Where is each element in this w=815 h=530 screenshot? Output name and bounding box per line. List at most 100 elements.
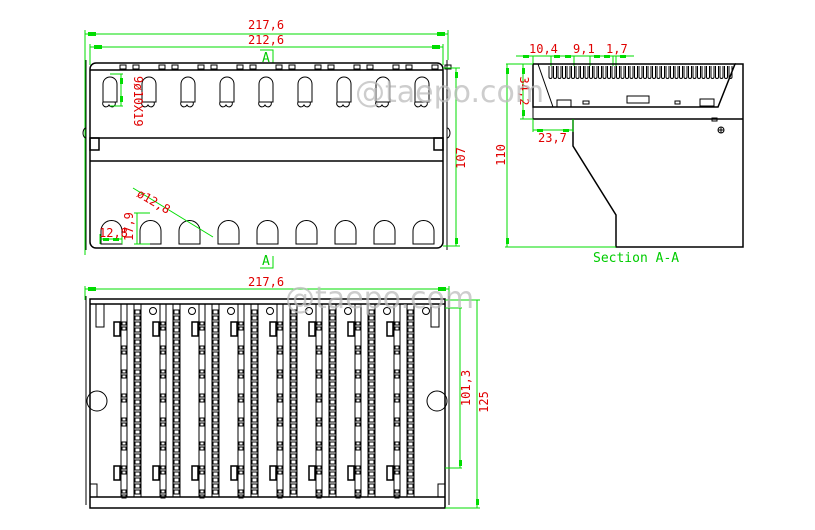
contact — [368, 489, 375, 495]
contact — [173, 399, 180, 405]
fin — [679, 66, 683, 79]
contact — [290, 477, 297, 483]
fin — [706, 66, 710, 79]
dim-height: 107 — [454, 147, 468, 169]
contact — [134, 447, 141, 453]
contact — [251, 327, 258, 333]
contact — [290, 465, 297, 471]
contact — [134, 333, 141, 339]
contact — [277, 441, 283, 446]
contact — [212, 441, 219, 447]
contact — [199, 441, 205, 446]
fin — [647, 66, 652, 79]
bottom-hole — [139, 220, 162, 245]
contact — [355, 326, 361, 331]
contact — [355, 465, 361, 470]
contact — [251, 477, 258, 483]
fin — [593, 66, 598, 79]
contact — [173, 453, 180, 459]
contact — [160, 441, 166, 446]
contact — [368, 315, 375, 321]
dim-hole-height: 17,9 — [122, 212, 136, 241]
contact — [394, 465, 400, 470]
contact — [407, 321, 414, 327]
contact — [355, 422, 361, 427]
contact — [251, 393, 258, 399]
contact — [407, 363, 414, 369]
module-latch — [386, 321, 394, 337]
contact — [134, 327, 141, 333]
slot-notch — [336, 101, 350, 108]
bottom-hole — [373, 220, 396, 245]
contact — [394, 345, 400, 350]
contact — [199, 446, 205, 451]
contact — [329, 369, 336, 375]
top-tab — [132, 64, 140, 70]
contact — [368, 357, 375, 363]
contact — [251, 345, 258, 351]
fin — [584, 66, 589, 79]
contact — [277, 326, 283, 331]
contact — [277, 374, 283, 379]
contact — [121, 398, 127, 403]
contact — [251, 441, 258, 447]
contact — [407, 447, 414, 453]
top-tab — [314, 64, 322, 70]
contact — [290, 363, 297, 369]
contact — [277, 350, 283, 355]
contact — [212, 453, 219, 459]
contact — [173, 363, 180, 369]
fin — [589, 66, 593, 79]
contact — [316, 446, 322, 451]
top-tab — [392, 64, 400, 70]
fin — [607, 66, 611, 79]
connector-module — [269, 303, 313, 499]
fin — [652, 66, 656, 79]
contact — [238, 446, 244, 451]
contact — [368, 321, 375, 327]
contact — [277, 345, 283, 350]
contact — [199, 422, 205, 427]
contact — [290, 483, 297, 489]
contact — [160, 417, 166, 422]
contact — [134, 357, 141, 363]
contact — [368, 429, 375, 435]
contact — [316, 393, 322, 398]
contact — [368, 477, 375, 483]
contact — [212, 357, 219, 363]
contact — [173, 477, 180, 483]
contact — [212, 459, 219, 465]
contact — [355, 446, 361, 451]
dim-pitch-2: 9,1 — [573, 42, 595, 56]
contact — [329, 363, 336, 369]
contact — [277, 465, 283, 470]
contact — [173, 447, 180, 453]
top-view: 217,6 212,6 A 9ø10X19 ø12,8 12,8 17,9 10… — [82, 18, 468, 269]
contact — [212, 333, 219, 339]
contact — [251, 333, 258, 339]
contact — [121, 489, 127, 494]
fin — [634, 66, 638, 79]
fin — [629, 66, 634, 79]
contact — [212, 375, 219, 381]
contact — [173, 423, 180, 429]
contact — [238, 393, 244, 398]
contact — [329, 345, 336, 351]
slot-notch — [258, 101, 272, 108]
bottom-hole — [178, 220, 201, 245]
contact — [173, 351, 180, 357]
contact — [368, 327, 375, 333]
contact — [238, 441, 244, 446]
contact — [290, 369, 297, 375]
contact — [316, 465, 322, 470]
dim-inner-width: 212,6 — [248, 33, 284, 47]
contact — [160, 422, 166, 427]
dim-front-width: 217,6 — [248, 275, 284, 289]
contact — [121, 345, 127, 350]
top-tab — [431, 64, 439, 70]
contact — [316, 417, 322, 422]
contact — [368, 363, 375, 369]
contact — [368, 369, 375, 375]
contact — [134, 471, 141, 477]
contact — [407, 387, 414, 393]
